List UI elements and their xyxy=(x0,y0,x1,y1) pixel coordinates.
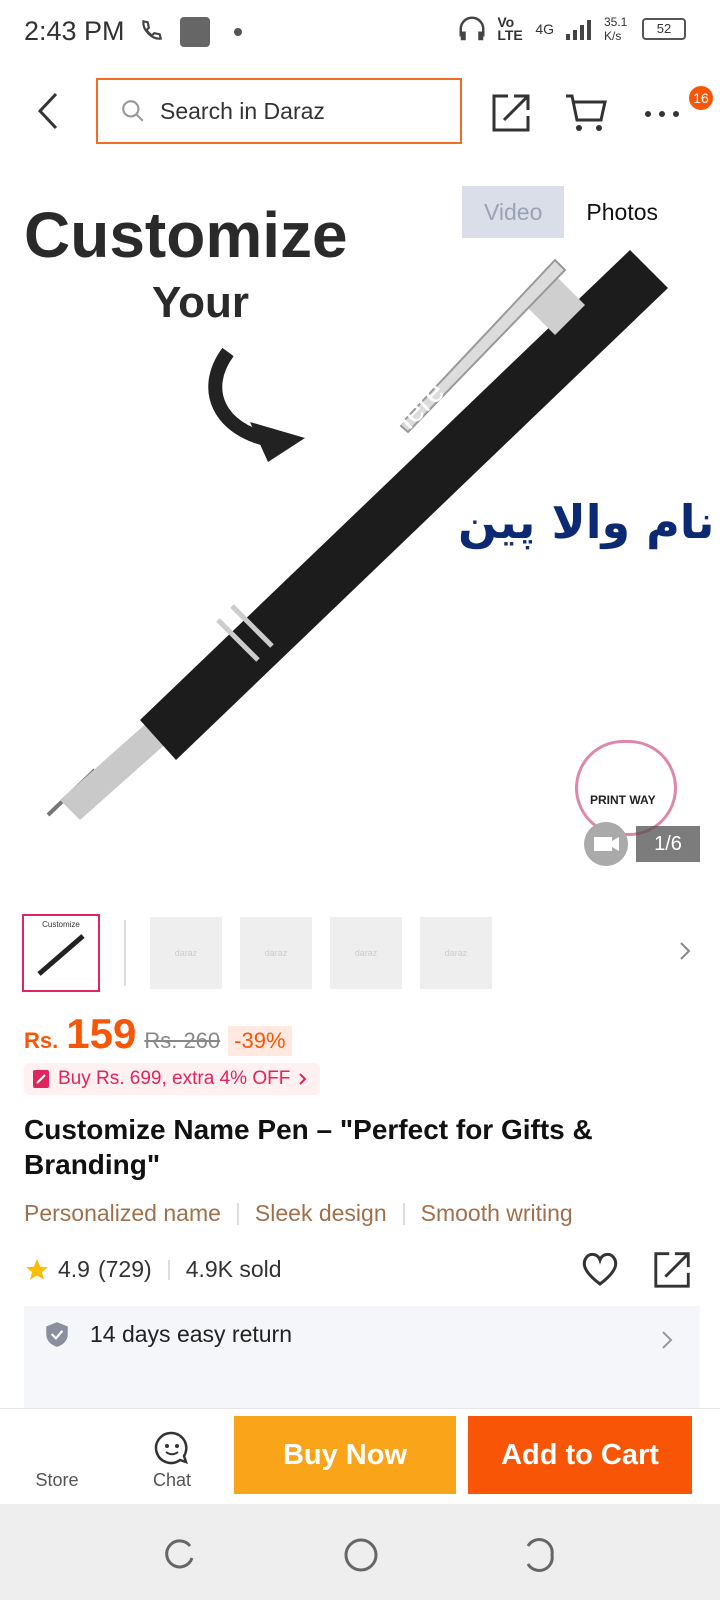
thumbnail-5[interactable]: daraz xyxy=(420,917,492,989)
app-notification-icon xyxy=(180,17,210,47)
dot-icon xyxy=(234,28,242,36)
buy-now-button[interactable]: Buy Now xyxy=(234,1416,456,1494)
promo-chevron-icon xyxy=(299,1073,307,1085)
signal-bars-icon xyxy=(566,20,591,40)
thumbnail-active[interactable]: Customize xyxy=(22,914,100,992)
discount-badge: -39% xyxy=(228,1026,292,1056)
search-placeholder: Search in Daraz xyxy=(160,97,325,124)
urdu-text: نام والا پین xyxy=(458,495,715,549)
speed-label: 35.1 K/s xyxy=(604,15,628,43)
video-camera-icon xyxy=(594,837,619,851)
promo-label: Buy Rs. 699, extra 4% OFF xyxy=(58,1068,291,1089)
recent-apps-icon[interactable] xyxy=(162,1538,196,1572)
chat-icon[interactable] xyxy=(154,1430,190,1466)
feature-divider xyxy=(402,1202,405,1225)
chevron-right-icon[interactable] xyxy=(660,1330,674,1350)
thumbnail-4[interactable]: daraz xyxy=(330,917,402,989)
heart-icon[interactable] xyxy=(580,1250,620,1288)
sold-count: 4.9K sold xyxy=(185,1256,282,1282)
share-product-icon[interactable] xyxy=(652,1248,694,1290)
feature-item: Sleek design xyxy=(254,1200,387,1226)
back-arrow-icon[interactable] xyxy=(34,90,68,132)
thumbnail-3[interactable]: daraz xyxy=(240,917,312,989)
home-icon[interactable] xyxy=(342,1536,380,1574)
promo-banner[interactable]: Buy Rs. 699, extra 4% OFF xyxy=(24,1063,321,1095)
original-price: Rs. 260 xyxy=(144,1028,221,1053)
search-icon xyxy=(122,100,144,122)
feature-list: Personalized name Sleek design Smooth wr… xyxy=(24,1200,573,1227)
rating-count: (729) xyxy=(97,1256,152,1282)
thumbnail-pen-image xyxy=(37,934,85,976)
image-counter: 1/6 xyxy=(636,826,700,862)
more-icon[interactable] xyxy=(640,92,684,136)
tab-video[interactable]: Video xyxy=(461,186,565,238)
rating-score: 4.9 xyxy=(58,1256,90,1282)
feature-item: Smooth writing xyxy=(420,1200,573,1226)
price-row: Rs. 159 Rs. 260 -39% xyxy=(24,1010,292,1058)
feature-divider xyxy=(236,1202,239,1225)
headphones-icon xyxy=(459,16,485,41)
star-icon xyxy=(26,1258,48,1280)
hero-headline: Customize xyxy=(24,199,348,271)
cart-icon[interactable] xyxy=(564,90,608,134)
rating-row[interactable]: 4.9 (729) 4.9K sold xyxy=(24,1256,282,1283)
thumbnail-divider xyxy=(124,920,126,986)
network-label: Vo LTE xyxy=(497,14,523,43)
price-value: 159 xyxy=(66,1010,137,1057)
store-button[interactable]: Store xyxy=(12,1470,102,1491)
back-nav-icon[interactable] xyxy=(522,1538,556,1572)
return-label: 14 days easy return xyxy=(90,1320,293,1347)
rating-divider xyxy=(167,1259,170,1280)
product-image[interactable]: Customize Your Name/Text Here نام والا پ… xyxy=(0,160,720,875)
phone-icon xyxy=(142,19,163,40)
tab-photos[interactable]: Photos xyxy=(564,186,680,238)
status-time: 2:43 PM xyxy=(24,16,125,46)
battery-icon: 52 xyxy=(642,18,686,40)
video-play-icon[interactable] xyxy=(584,822,628,866)
media-tabs: Video Photos xyxy=(461,186,680,238)
cart-count-badge: 16 xyxy=(689,86,713,110)
feature-item: Personalized name xyxy=(24,1200,221,1226)
logo-text: PRINT WAY xyxy=(590,793,656,807)
shield-icon xyxy=(46,1322,68,1347)
status-icons: Vo LTE 4G 35.1 K/s 52 xyxy=(457,14,686,44)
chat-button[interactable]: Chat xyxy=(127,1470,217,1491)
share-icon[interactable] xyxy=(490,90,534,134)
price-currency: Rs. xyxy=(24,1028,59,1053)
status-bar: 2:43 PM Vo LTE 4G 35.1 K/s 52 xyxy=(0,0,720,64)
thumbnail-2[interactable]: daraz xyxy=(150,917,222,989)
search-input[interactable]: Search in Daraz xyxy=(96,78,462,144)
add-to-cart-button[interactable]: Add to Cart xyxy=(468,1416,692,1494)
signal-label: 4G xyxy=(535,21,554,37)
return-policy-row[interactable]: 14 days easy return xyxy=(44,1320,292,1348)
thumbnail-strip: Customize daraz daraz daraz daraz xyxy=(22,914,492,992)
system-navigation-bar xyxy=(0,1504,720,1600)
voucher-icon xyxy=(33,1070,49,1088)
chevron-right-icon[interactable] xyxy=(676,940,694,962)
hero-subheadline: Your xyxy=(152,278,249,327)
product-title: Customize Name Pen – "Perfect for Gifts … xyxy=(24,1114,593,1180)
thumbnail-title: Customize xyxy=(42,920,80,929)
